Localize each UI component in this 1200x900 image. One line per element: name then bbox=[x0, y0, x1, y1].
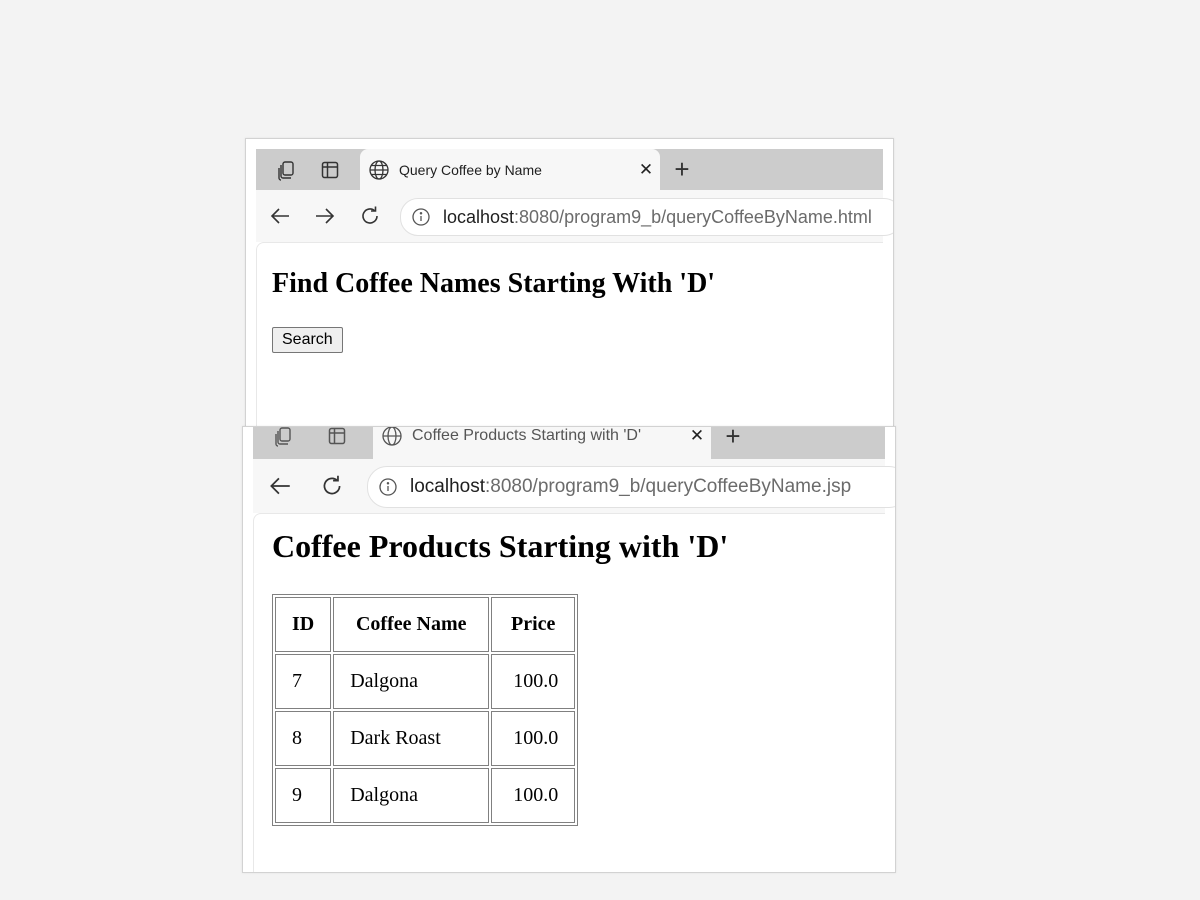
forward-icon[interactable] bbox=[307, 198, 343, 234]
tab-active[interactable]: Coffee Products Starting with 'D' ✕ bbox=[373, 427, 711, 459]
workspaces-icon[interactable] bbox=[270, 149, 302, 190]
cell-price: 100.0 bbox=[491, 654, 576, 709]
new-tab-icon[interactable]: + bbox=[664, 149, 700, 190]
reload-icon[interactable] bbox=[314, 468, 350, 504]
browser-window-results: Coffee Products Starting with 'D' ✕ + lo… bbox=[242, 426, 896, 873]
tab-strip: Query Coffee by Name ✕ + bbox=[256, 149, 883, 190]
tab-active[interactable]: Query Coffee by Name ✕ bbox=[360, 149, 660, 190]
toolbar: localhost:8080/program9_b/queryCoffeeByN… bbox=[256, 190, 893, 242]
cell-name: Dark Roast bbox=[333, 711, 490, 766]
column-header-id: ID bbox=[275, 597, 332, 652]
page-title: Coffee Products Starting with 'D' bbox=[272, 528, 729, 564]
page-title: Find Coffee Names Starting With 'D' bbox=[272, 268, 716, 299]
back-icon[interactable] bbox=[262, 468, 298, 504]
toolbar: localhost:8080/program9_b/queryCoffeeByN… bbox=[253, 459, 895, 513]
back-icon[interactable] bbox=[262, 198, 298, 234]
globe-icon bbox=[381, 427, 403, 447]
close-icon[interactable]: ✕ bbox=[632, 160, 660, 180]
browser-window-query-form: Query Coffee by Name ✕ + localhost:8080/… bbox=[245, 138, 894, 430]
tab-title: Coffee Products Starting with 'D' bbox=[412, 427, 642, 444]
search-button[interactable]: Search bbox=[272, 327, 343, 353]
url-host: localhost bbox=[443, 206, 515, 227]
cell-id: 7 bbox=[275, 654, 332, 709]
tab-strip: Coffee Products Starting with 'D' ✕ + bbox=[253, 427, 885, 459]
table-row: 9 Dalgona 100.0 bbox=[275, 768, 576, 823]
table-row: 7 Dalgona 100.0 bbox=[275, 654, 576, 709]
cell-name: Dalgona bbox=[333, 768, 490, 823]
info-icon[interactable] bbox=[411, 207, 431, 227]
address-bar[interactable]: localhost:8080/program9_b/queryCoffeeByN… bbox=[367, 466, 895, 508]
workspaces-icon[interactable] bbox=[267, 427, 299, 459]
new-tab-icon[interactable]: + bbox=[715, 427, 751, 459]
cell-id: 9 bbox=[275, 768, 332, 823]
page-content: Find Coffee Names Starting With 'D' Sear… bbox=[256, 242, 883, 429]
tab-title: Query Coffee by Name bbox=[399, 161, 542, 178]
column-header-name: Coffee Name bbox=[333, 597, 490, 652]
info-icon[interactable] bbox=[378, 477, 398, 497]
coffee-table: ID Coffee Name Price 7 Dalgona 100.0 8 D… bbox=[272, 594, 579, 826]
table-row: 8 Dark Roast 100.0 bbox=[275, 711, 576, 766]
cell-id: 8 bbox=[275, 711, 332, 766]
table-header-row: ID Coffee Name Price bbox=[275, 597, 576, 652]
url-host: localhost bbox=[410, 476, 485, 497]
globe-icon bbox=[368, 159, 390, 181]
cell-price: 100.0 bbox=[491, 711, 576, 766]
cell-name: Dalgona bbox=[333, 654, 490, 709]
vertical-tabs-icon[interactable] bbox=[321, 427, 353, 459]
reload-icon[interactable] bbox=[352, 198, 388, 234]
page-content: Coffee Products Starting with 'D' ID Cof… bbox=[253, 513, 885, 872]
address-bar[interactable]: localhost:8080/program9_b/queryCoffeeByN… bbox=[400, 198, 893, 236]
vertical-tabs-icon[interactable] bbox=[314, 149, 346, 190]
column-header-price: Price bbox=[491, 597, 576, 652]
close-icon[interactable]: ✕ bbox=[683, 427, 711, 446]
url-path: :8080/program9_b/queryCoffeeByName.html bbox=[514, 206, 872, 227]
url-path: :8080/program9_b/queryCoffeeByName.jsp bbox=[485, 476, 852, 497]
cell-price: 100.0 bbox=[491, 768, 576, 823]
